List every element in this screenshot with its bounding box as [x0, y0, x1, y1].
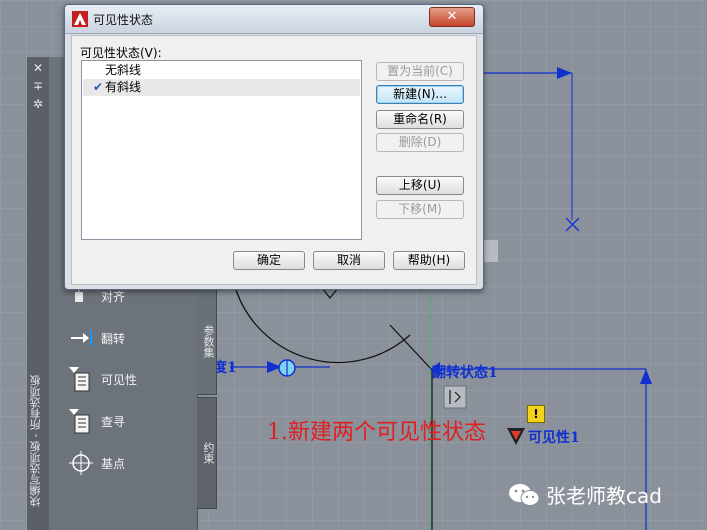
palette-item-label: 翻转: [101, 331, 126, 346]
delete-button[interactable]: 删除(D): [376, 133, 464, 152]
list-item[interactable]: 无斜线: [83, 62, 360, 79]
wechat-logo-icon: [509, 484, 540, 506]
visibility-states-dialog: 可见性状态 ✕ 可见性状态(V): 无斜线 ✔ 有斜线 置为当前(C) 新建(N…: [64, 4, 484, 290]
flip-grip-icon[interactable]: [443, 385, 467, 409]
palette-item-label: 可见性: [101, 372, 138, 387]
rename-button[interactable]: 重命名(R): [376, 110, 464, 129]
visibility-states-list[interactable]: 无斜线 ✔ 有斜线: [81, 60, 362, 240]
tab-constraints[interactable]: 约束: [197, 397, 217, 509]
ghost-grip-icon: [482, 240, 498, 262]
list-item-label: 有斜线: [105, 80, 142, 94]
tab-parameter-sets[interactable]: 参数集: [197, 287, 217, 395]
close-icon[interactable]: ✕: [31, 61, 45, 75]
palette-item-flip[interactable]: 翻转: [67, 323, 125, 353]
move-down-button[interactable]: 下移(M): [376, 200, 464, 219]
cancel-button[interactable]: 取消: [313, 251, 385, 270]
flip-state-label: 翻转状态1: [432, 365, 498, 381]
set-current-button[interactable]: 置为当前(C): [376, 62, 464, 81]
palette-item-basepoint[interactable]: 基点: [67, 448, 125, 478]
lookup-icon: [67, 407, 95, 435]
close-button[interactable]: ✕: [429, 7, 475, 27]
dialog-content: 可见性状态(V): 无斜线 ✔ 有斜线 置为当前(C) 新建(N)... 重命名…: [71, 35, 477, 285]
autocad-app-icon: [72, 11, 88, 27]
annotation-text: 1.新建两个可见性状态: [267, 420, 486, 445]
warning-icon[interactable]: !: [527, 405, 545, 423]
checkmark-icon: ✔: [93, 80, 104, 94]
dialog-titlebar[interactable]: 可见性状态 ✕: [65, 5, 483, 34]
palette-item-label: 查寻: [101, 414, 126, 429]
new-button[interactable]: 新建(N)...: [376, 85, 464, 104]
palette-title-strip: ✕ ∓ ✲ 块编写选项板 - 所有选项板: [27, 57, 50, 530]
palette-item-label: 基点: [101, 456, 126, 471]
palette-item-lookup[interactable]: 查寻: [67, 406, 125, 436]
visibility-param-label: 可见性1: [528, 430, 580, 446]
list-item-label: 无斜线: [105, 63, 142, 77]
watermark-text: 张老师教cad: [546, 484, 662, 508]
palette-title: 块编写选项板 - 所有选项板: [29, 375, 42, 507]
palette-item-label: 对齐: [101, 289, 126, 304]
flip-icon: [67, 324, 95, 352]
basepoint-icon: [67, 449, 95, 477]
list-item[interactable]: ✔ 有斜线: [83, 79, 360, 96]
ok-button[interactable]: 确定: [233, 251, 305, 270]
palette-item-visibility[interactable]: 可见性: [67, 364, 137, 394]
dialog-title: 可见性状态: [93, 13, 154, 27]
visibility-icon: [67, 365, 95, 393]
help-button[interactable]: 帮助(H): [393, 251, 465, 270]
list-label: 可见性状态(V):: [80, 46, 162, 60]
autohide-icon[interactable]: ∓: [31, 79, 45, 93]
properties-icon[interactable]: ✲: [31, 97, 45, 111]
palette-tabs: 参数集 约束: [197, 287, 217, 512]
move-up-button[interactable]: 上移(U): [376, 176, 464, 195]
